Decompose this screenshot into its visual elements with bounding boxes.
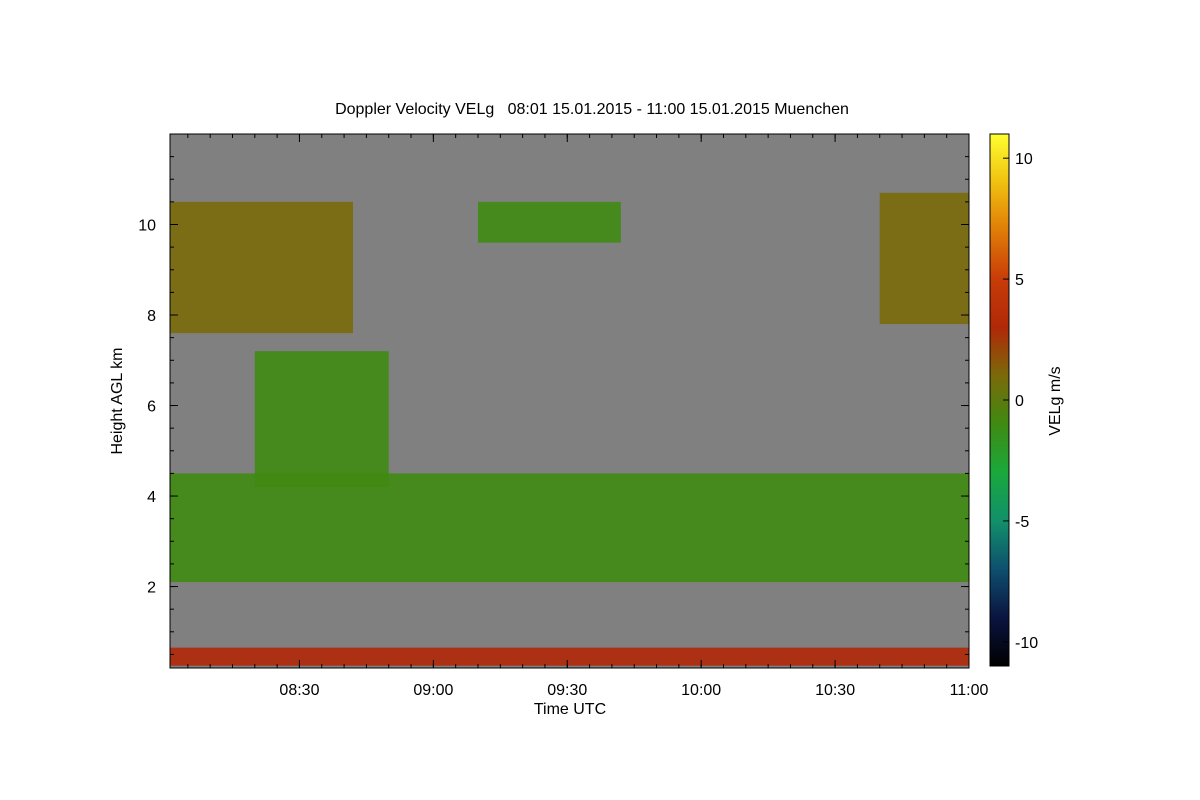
y-tick-label: 6	[147, 399, 156, 416]
colorbar-tick-label: 0	[1015, 393, 1024, 410]
colorbar-tick-label: -5	[1015, 514, 1029, 531]
echo-region-1	[170, 473, 969, 583]
x-tick-label: 10:00	[681, 682, 721, 699]
echo-region-5	[879, 192, 969, 325]
echo-region-6	[170, 647, 969, 666]
y-tick-label: 4	[147, 489, 156, 506]
y-axis-label: Height AGL km	[109, 347, 126, 454]
colorbar-tick-label: 5	[1015, 272, 1024, 289]
echo-region-3	[254, 351, 389, 487]
y-tick-label: 8	[147, 308, 156, 325]
plot-area: 08:30 09:00 09:30 10:00 10:30 11:00 2 4 6 8 10	[138, 133, 989, 699]
y-tick-label: 10	[138, 218, 156, 235]
colorbar: 10 5 0 -5 -10	[989, 133, 1038, 667]
x-tick-label: 08:30	[279, 682, 319, 699]
colorbar-tick-label: 10	[1015, 151, 1033, 168]
x-tick-label: 10:30	[815, 682, 855, 699]
velocity-chart: Doppler Velocity VELg 08:01 15.01.2015 -…	[109, 101, 1064, 718]
x-axis-label: Time UTC	[534, 701, 606, 718]
x-tick-label: 11:00	[950, 682, 989, 699]
echo-region-4	[477, 201, 621, 243]
echo-region-2	[170, 201, 354, 334]
colorbar-tick-label: -10	[1015, 635, 1038, 652]
colorbar-label: VELg m/s	[1047, 366, 1064, 435]
y-tick-label: 2	[147, 580, 156, 597]
x-tick-label: 09:00	[413, 682, 453, 699]
x-tick-label: 09:30	[547, 682, 587, 699]
chart-title: Doppler Velocity VELg 08:01 15.01.2015 -…	[335, 101, 849, 118]
